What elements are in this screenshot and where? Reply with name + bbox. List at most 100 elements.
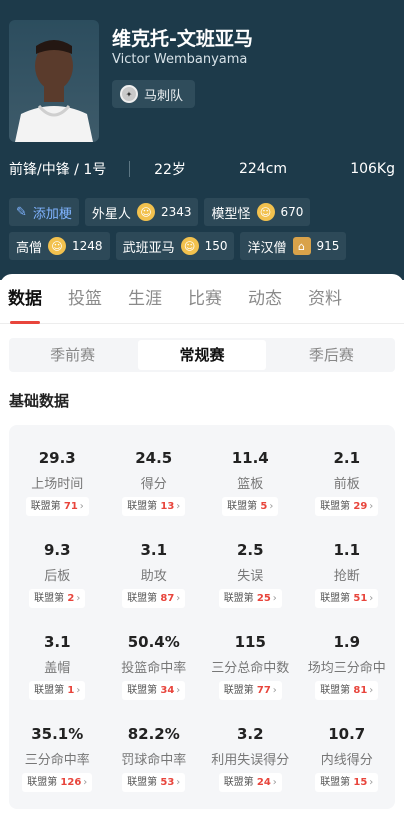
alien-face-icon: ☺	[136, 203, 155, 221]
league-rank-chip[interactable]: 联盟第 126 ›	[22, 773, 93, 792]
rank-number: 71	[63, 501, 78, 512]
main-tabs: 数据 投篮 生涯 比赛 动态 资料	[0, 274, 404, 324]
league-rank-chip[interactable]: 联盟第 71 ›	[25, 497, 89, 516]
tab-data[interactable]: 数据	[8, 274, 42, 324]
rank-number: 51	[353, 593, 368, 604]
segment-playoffs[interactable]: 季后赛	[268, 338, 395, 372]
league-rank-chip[interactable]: 联盟第 1 ›	[29, 681, 86, 700]
nickname-tag[interactable]: 武班亚马 ☺ 150	[115, 232, 235, 260]
stat-value: 9.3	[43, 541, 71, 559]
nickname-tag[interactable]: 洋汉僧 ⌂ 915	[240, 232, 347, 260]
rank-number: 77	[256, 685, 271, 696]
stat-label: 投篮命中率	[121, 661, 187, 676]
tab-career[interactable]: 生涯	[128, 274, 162, 324]
stat-cell: 50.4% 投篮命中率 联盟第 34 ›	[106, 633, 203, 725]
height: 224cm	[238, 161, 288, 177]
player-name-cn: 维克托-文班亚马	[112, 28, 253, 50]
rank-prefix: 联盟第	[223, 777, 254, 788]
stat-cell: 115 三分总命中数 联盟第 77 ›	[202, 633, 299, 725]
stat-label: 上场时间	[31, 477, 84, 492]
nickname-count: 670	[280, 205, 304, 219]
rank-prefix: 联盟第	[127, 593, 158, 604]
nickname-tags: ✎ 添加梗 外星人 ☺ 2343 模型怪 ☺ 670 高僧 ☺ 1248 武班亚…	[9, 198, 395, 266]
stat-label: 抢断	[333, 569, 360, 584]
tab-games[interactable]: 比赛	[188, 274, 222, 324]
league-rank-chip[interactable]: 联盟第 53 ›	[122, 773, 186, 792]
stat-label: 盖帽	[44, 661, 71, 676]
nickname-tag[interactable]: 高僧 ☺ 1248	[9, 232, 110, 260]
league-rank-chip[interactable]: 联盟第 15 ›	[315, 773, 379, 792]
stat-cell: 3.1 助攻 联盟第 87 ›	[106, 541, 203, 633]
league-rank-chip[interactable]: 联盟第 29 ›	[315, 497, 379, 516]
add-nickname-label: 添加梗	[32, 206, 72, 222]
rank-prefix: 联盟第	[223, 685, 254, 696]
stat-label: 利用失误得分	[211, 753, 290, 768]
stat-cell: 1.9 场均三分命中 联盟第 81 ›	[299, 633, 396, 725]
stat-label: 三分总命中数	[211, 661, 290, 676]
stat-cell: 1.1 抢断联盟第 51 ›	[299, 541, 396, 633]
nickname-label: 外星人	[91, 206, 131, 222]
nickname-tag[interactable]: 模型怪 ☺ 670	[204, 198, 311, 226]
league-rank-chip[interactable]: 联盟第 5 ›	[222, 497, 279, 516]
basic-stats-panel: 29.3 上场时间 联盟第 71 › 24.5 得分 联盟第 13 › 11.4 篮板 联盟第 5 ›…	[9, 425, 395, 809]
player-photo	[9, 20, 99, 142]
tab-shooting[interactable]: 投篮	[68, 274, 102, 324]
nickname-label: 洋汉僧	[247, 240, 287, 256]
nickname-count: 1248	[72, 239, 103, 253]
league-rank-chip[interactable]: 联盟第 87 ›	[122, 589, 186, 608]
stat-value: 1.1	[333, 541, 361, 559]
rank-prefix: 联盟第	[320, 593, 351, 604]
stat-value: 35.1%	[31, 725, 84, 743]
rank-prefix: 联盟第	[34, 593, 65, 604]
tag-row-2: 高僧 ☺ 1248 武班亚马 ☺ 150 洋汉僧 ⌂ 915	[9, 232, 395, 260]
rank-number: 126	[60, 777, 82, 788]
tab-profile[interactable]: 资料	[308, 274, 342, 324]
rank-number: 15	[353, 777, 368, 788]
rank-number: 34	[160, 685, 175, 696]
stat-cell: 9.3 后板 联盟第 2 ›	[9, 541, 106, 633]
chevron-right-icon: ›	[269, 501, 274, 512]
smirk-face-icon: ☺	[180, 237, 199, 255]
league-rank-chip[interactable]: 联盟第 34 ›	[122, 681, 186, 700]
chevron-right-icon: ›	[83, 777, 88, 788]
rank-prefix: 联盟第	[127, 501, 158, 512]
chevron-right-icon: ›	[79, 501, 84, 512]
league-rank-chip[interactable]: 联盟第 77 ›	[218, 681, 282, 700]
player-name-en: Victor Wembanyama	[112, 52, 248, 67]
chevron-right-icon: ›	[369, 501, 374, 512]
stat-value: 2.5	[236, 541, 264, 559]
weight: 106Kg	[350, 161, 395, 177]
tab-news[interactable]: 动态	[248, 274, 282, 324]
league-rank-chip[interactable]: 联盟第 24 ›	[218, 773, 282, 792]
add-nickname-button[interactable]: ✎ 添加梗	[9, 198, 79, 226]
rank-number: 87	[160, 593, 175, 604]
segment-regular-season[interactable]: 常规赛	[138, 340, 266, 370]
league-rank-chip[interactable]: 联盟第 51 ›	[315, 589, 379, 608]
stat-cell: 82.2% 罚球命中率 联盟第 53 ›	[106, 725, 203, 814]
chevron-right-icon: ›	[176, 501, 181, 512]
stats-grid: 29.3 上场时间 联盟第 71 › 24.5 得分 联盟第 13 › 11.4 篮板 联盟第 5 ›…	[9, 425, 395, 814]
league-rank-chip[interactable]: 联盟第 13 ›	[122, 497, 186, 516]
stat-label: 前板	[333, 477, 360, 492]
stat-value: 24.5	[135, 449, 173, 467]
segment-preseason[interactable]: 季前赛	[9, 338, 136, 372]
player-header: 维克托-文班亚马 Victor Wembanyama ✦ 马刺队 前锋/中锋 /…	[0, 0, 404, 280]
team-name: 马刺队	[144, 88, 184, 104]
rank-number: 25	[256, 593, 271, 604]
stat-label: 失误	[237, 569, 264, 584]
stat-value: 3.1	[43, 633, 71, 651]
chevron-right-icon: ›	[272, 777, 277, 788]
rank-prefix: 联盟第	[127, 777, 158, 788]
stat-cell: 2.5 失误联盟第 25 ›	[202, 541, 299, 633]
team-badge[interactable]: ✦ 马刺队	[112, 80, 196, 108]
rank-number: 29	[353, 501, 368, 512]
league-rank-chip[interactable]: 联盟第 81 ›	[315, 681, 379, 700]
rank-number: 81	[353, 685, 368, 696]
chevron-right-icon: ›	[272, 685, 277, 696]
league-rank-chip[interactable]: 联盟第 2 ›	[29, 589, 86, 608]
stat-value: 82.2%	[127, 725, 180, 743]
rank-prefix: 联盟第	[127, 685, 158, 696]
chevron-right-icon: ›	[76, 685, 81, 696]
nickname-tag[interactable]: 外星人 ☺ 2343	[84, 198, 199, 226]
league-rank-chip[interactable]: 联盟第 25 ›	[218, 589, 282, 608]
